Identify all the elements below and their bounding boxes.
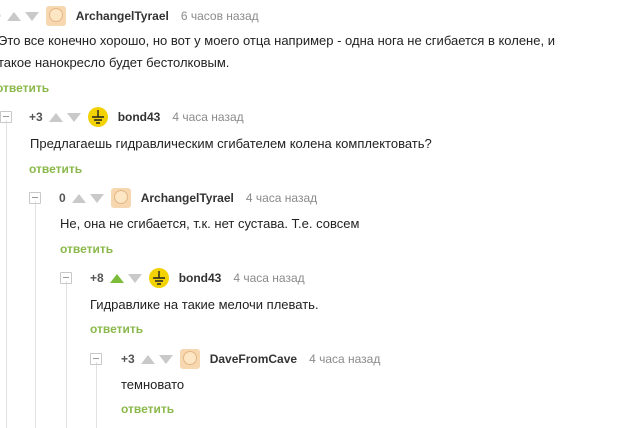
comment-text-line: такое нанокресло будет бестолковым. xyxy=(0,55,230,70)
reply-link[interactable]: ответить xyxy=(29,162,82,176)
thread-line[interactable] xyxy=(6,120,7,428)
comment-header: 0 ArchangelTyrael 4 часа назад xyxy=(29,188,317,208)
face-avatar-icon[interactable] xyxy=(179,349,200,369)
downvote-arrow-icon[interactable] xyxy=(158,354,173,364)
comment-author[interactable]: ArchangelTyrael xyxy=(141,191,234,205)
comment-text: Гидравлике на такие мелочи плевать. xyxy=(90,294,319,316)
comment-text-line: Это все конечно хорошо, но вот у моего о… xyxy=(0,33,555,48)
comment-text: Предлагаешь гидравлическим сгибателем ко… xyxy=(30,133,432,155)
comment-header: 0 ArchangelTyrael 6 часов назад xyxy=(0,6,259,26)
comment-text-line: темновато xyxy=(121,377,185,392)
collapse-icon[interactable] xyxy=(90,353,102,365)
comment-text: темновато xyxy=(121,374,184,396)
upvote-arrow-icon[interactable] xyxy=(71,193,86,203)
upvote-arrow-icon[interactable] xyxy=(140,354,155,364)
downvote-arrow-icon[interactable] xyxy=(66,112,81,122)
reply-link[interactable]: ответить xyxy=(90,322,143,336)
comment-time[interactable]: 4 часа назад xyxy=(233,271,304,285)
comment-header: +3 bond43 4 часа назад xyxy=(0,107,244,127)
comment-rating: +3 xyxy=(121,352,135,366)
comment-time[interactable]: 4 часа назад xyxy=(246,191,317,205)
reply-link[interactable]: ответить xyxy=(121,402,174,416)
comment-text: Это все конечно хорошо, но вот у моего о… xyxy=(0,30,555,74)
comment-text-line: Не, она не сгибается, т.к. нет сустава. … xyxy=(60,216,360,231)
comment-author[interactable]: ArchangelTyrael xyxy=(76,9,169,23)
comment-rating: +8 xyxy=(90,271,104,285)
thread-line[interactable] xyxy=(96,362,97,428)
face-avatar-icon[interactable] xyxy=(45,6,66,26)
comment-header: +8 bond43 4 часа назад xyxy=(60,268,305,288)
comment-author[interactable]: bond43 xyxy=(179,271,222,285)
comment-author[interactable]: bond43 xyxy=(118,110,161,124)
comment-header: +3 DaveFromCave 4 часа назад xyxy=(90,349,380,369)
upvote-arrow-icon[interactable] xyxy=(48,112,63,122)
ground-symbol-avatar-icon[interactable] xyxy=(87,107,108,127)
comment-time[interactable]: 4 часа назад xyxy=(309,352,380,366)
comment-text-line: Гидравлике на такие мелочи плевать. xyxy=(90,297,319,312)
comment-author[interactable]: DaveFromCave xyxy=(210,352,297,366)
upvote-arrow-icon[interactable] xyxy=(6,11,21,21)
ground-symbol-avatar-icon[interactable] xyxy=(148,268,169,288)
downvote-arrow-icon[interactable] xyxy=(89,193,104,203)
comment-rating: 0 xyxy=(59,191,66,205)
comment-time[interactable]: 6 часов назад xyxy=(181,9,259,23)
collapse-icon[interactable] xyxy=(29,192,41,204)
reply-link[interactable]: ответить xyxy=(60,242,113,256)
collapse-icon[interactable] xyxy=(60,272,72,284)
face-avatar-icon[interactable] xyxy=(110,188,131,208)
collapse-icon[interactable] xyxy=(0,111,12,123)
upvote-arrow-icon[interactable] xyxy=(109,273,124,283)
comment-rating: +3 xyxy=(29,110,43,124)
thread-line[interactable] xyxy=(66,281,67,428)
comment-time[interactable]: 4 часа назад xyxy=(172,110,243,124)
downvote-arrow-icon[interactable] xyxy=(127,273,142,283)
reply-link[interactable]: ответить xyxy=(0,81,49,95)
downvote-arrow-icon[interactable] xyxy=(24,11,39,21)
comment-rating: 0 xyxy=(0,9,1,23)
comment-text-line: Предлагаешь гидравлическим сгибателем ко… xyxy=(30,136,432,151)
comment-text: Не, она не сгибается, т.к. нет сустава. … xyxy=(60,213,359,235)
thread-line[interactable] xyxy=(35,201,36,428)
